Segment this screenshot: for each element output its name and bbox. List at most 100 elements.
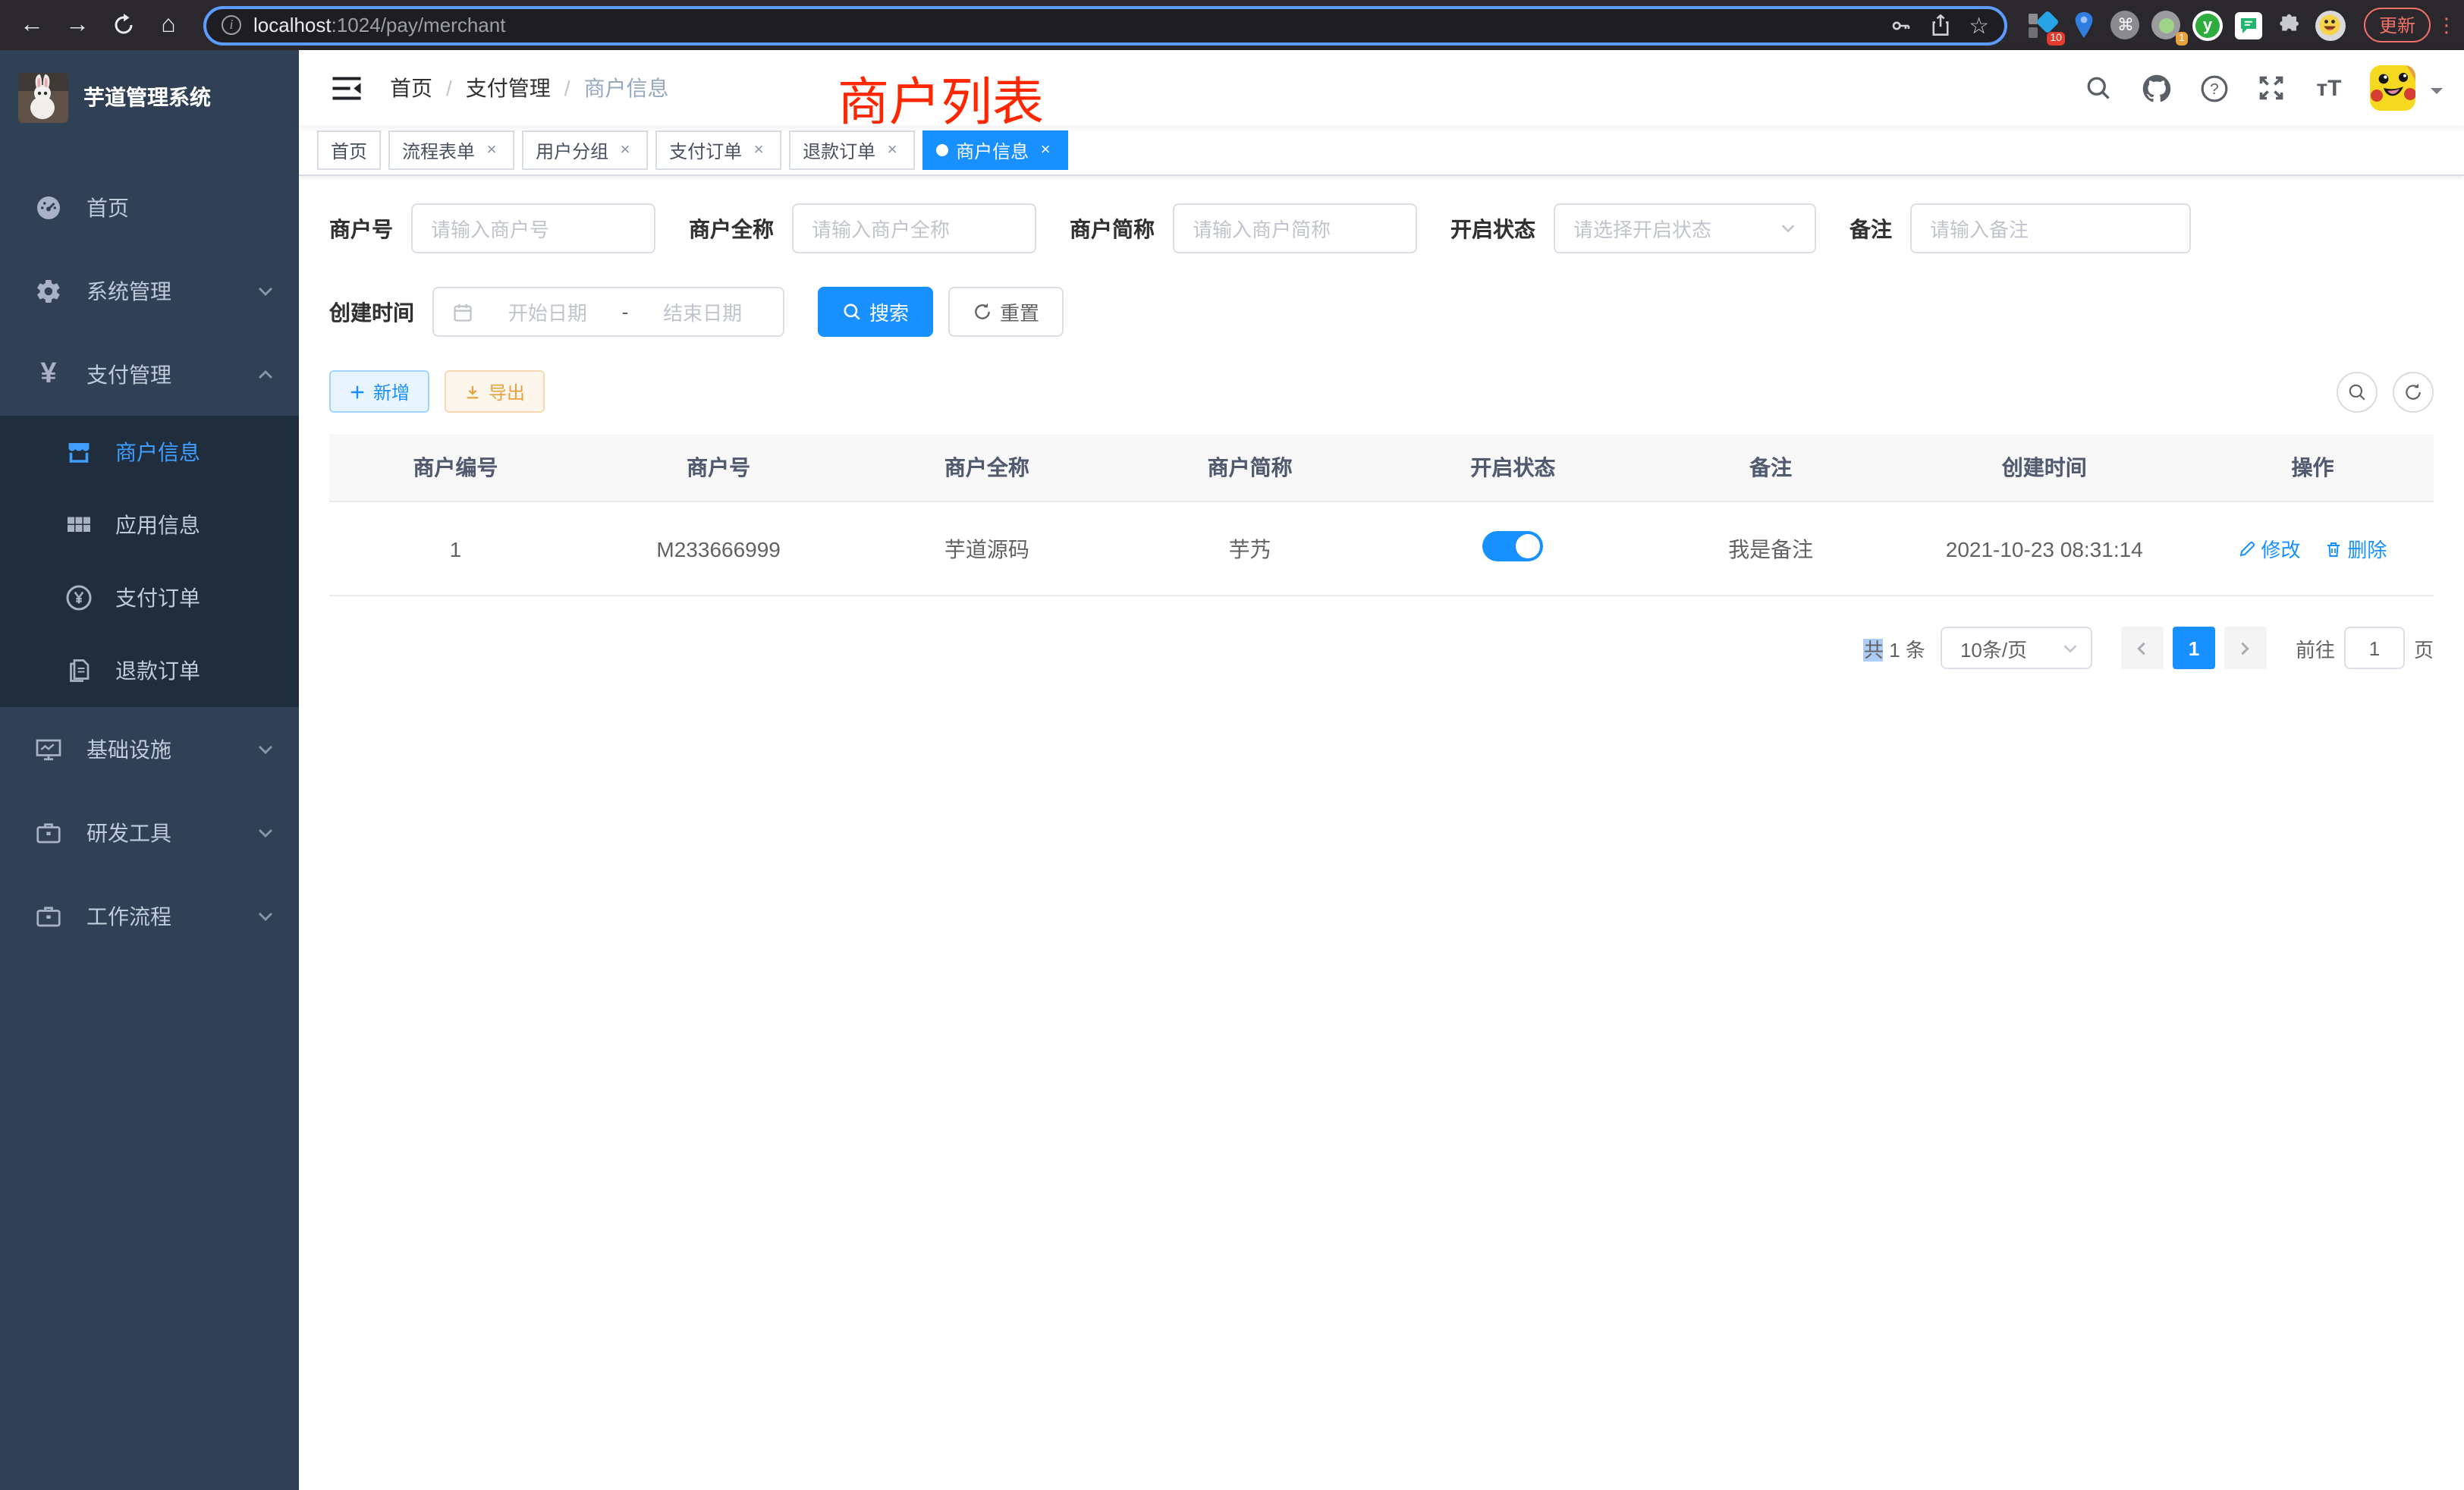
browser-back-button[interactable]: ←: [12, 5, 52, 45]
page-info-icon[interactable]: i: [222, 15, 241, 35]
tab-home[interactable]: 首页: [317, 130, 381, 170]
full-name-input[interactable]: 请输入商户全称: [792, 203, 1036, 253]
extension-chat-icon[interactable]: [2233, 10, 2264, 40]
monitor-chart-icon: [32, 735, 65, 762]
status-select[interactable]: 请选择开启状态: [1554, 203, 1816, 253]
refresh-table-button[interactable]: [2393, 371, 2434, 412]
add-button[interactable]: 新增: [329, 370, 429, 413]
close-icon[interactable]: ×: [750, 141, 768, 159]
prev-page-button[interactable]: [2121, 627, 2164, 669]
table-row: 1 M233666999 芋道源码 芋艿 我是备注 2021-10-23 08:…: [329, 501, 2434, 596]
close-icon[interactable]: ×: [883, 141, 901, 159]
chevron-down-icon: [256, 907, 275, 925]
extensions-puzzle-icon[interactable]: [2274, 10, 2305, 40]
user-avatar[interactable]: [2370, 65, 2415, 111]
goto-page-input[interactable]: [2344, 627, 2405, 669]
browser-home-button[interactable]: ⌂: [149, 5, 188, 45]
extension-pin-icon[interactable]: [2070, 10, 2100, 40]
pay-submenu: 商户信息 应用信息 支付订单 退款订单: [0, 416, 299, 707]
tab-refund-order[interactable]: 退款订单×: [789, 130, 915, 170]
search-button[interactable]: 搜索: [818, 287, 933, 337]
page-unit-label: 页: [2414, 633, 2434, 662]
bookmark-star-icon[interactable]: ☆: [1969, 11, 1989, 39]
close-icon[interactable]: ×: [616, 141, 634, 159]
extension-command-icon[interactable]: ⌘: [2110, 10, 2141, 40]
trash-icon: [2324, 539, 2343, 558]
sidebar-item-app-info[interactable]: 应用信息: [0, 489, 299, 561]
date-start-placeholder: 开始日期: [486, 297, 610, 326]
sidebar-item-dev-tools[interactable]: 研发工具: [0, 791, 299, 874]
close-icon[interactable]: ×: [482, 141, 501, 159]
extension-camera-icon[interactable]: 1: [2151, 10, 2182, 40]
extension-y-icon[interactable]: y: [2192, 10, 2223, 40]
date-separator: -: [622, 300, 629, 323]
password-key-icon[interactable]: [1890, 14, 1911, 36]
cell-merchant-id: 1: [329, 501, 582, 596]
breadcrumb: 首页 / 支付管理 / 商户信息: [390, 73, 669, 103]
sidebar-item-workflow[interactable]: 工作流程: [0, 874, 299, 957]
remark-input[interactable]: 请输入备注: [1910, 203, 2191, 253]
share-icon[interactable]: [1929, 14, 1950, 36]
tab-process-form[interactable]: 流程表单×: [388, 130, 514, 170]
col-full-name: 商户全称: [855, 434, 1118, 501]
page-size-select[interactable]: 10条/页: [1941, 627, 2092, 669]
tab-merchant-info[interactable]: 商户信息×: [922, 130, 1068, 170]
browser-menu-icon[interactable]: ⋮: [2437, 13, 2452, 37]
tab-pay-order[interactable]: 支付订单×: [655, 130, 781, 170]
github-icon[interactable]: [2139, 71, 2173, 105]
browser-update-button[interactable]: 更新: [2364, 8, 2431, 42]
sidebar-item-infra[interactable]: 基础设施: [0, 707, 299, 791]
merchant-no-label: 商户号: [329, 213, 393, 244]
sidebar-item-home[interactable]: 首页: [0, 165, 299, 249]
breadcrumb-separator: /: [446, 76, 452, 100]
export-button[interactable]: 导出: [445, 370, 545, 413]
yen-icon: ¥: [32, 357, 65, 391]
sidebar-item-pay-order[interactable]: 支付订单: [0, 561, 299, 634]
short-name-label: 商户简称: [1070, 213, 1155, 244]
avatar-dropdown-caret[interactable]: [2431, 88, 2443, 100]
document-icon: [64, 657, 94, 684]
search-icon: [842, 302, 862, 322]
edit-button[interactable]: 修改: [2239, 534, 2301, 563]
profile-emoji-avatar[interactable]: [2315, 10, 2346, 40]
browser-forward-button[interactable]: →: [58, 5, 97, 45]
sidebar-item-system[interactable]: 系统管理: [0, 249, 299, 332]
sidebar-item-refund-order[interactable]: 退款订单: [0, 634, 299, 707]
short-name-input[interactable]: 请输入商户简称: [1173, 203, 1417, 253]
yen-circle-icon: [64, 584, 94, 611]
plus-icon: [349, 383, 366, 400]
app-title: 芋道管理系统: [83, 82, 211, 112]
close-icon[interactable]: ×: [1036, 141, 1054, 159]
status-toggle[interactable]: [1482, 531, 1543, 561]
tab-user-group[interactable]: 用户分组×: [522, 130, 648, 170]
grid-icon: [64, 511, 94, 539]
address-bar[interactable]: i localhost:1024/pay/merchant ☆: [203, 5, 2007, 45]
extension-diamond-icon[interactable]: 10: [2029, 10, 2059, 40]
chevron-down-icon: [2062, 640, 2079, 656]
toggle-search-button[interactable]: [2337, 371, 2378, 412]
delete-button[interactable]: 删除: [2324, 534, 2387, 563]
annotation-title: 商户列表: [838, 61, 1044, 135]
chevron-down-icon: [256, 740, 275, 758]
font-size-icon[interactable]: ᴛT: [2312, 71, 2346, 105]
reset-button[interactable]: 重置: [948, 287, 1064, 337]
sidebar-item-pay[interactable]: ¥ 支付管理: [0, 332, 299, 416]
merchant-table: 商户编号 商户号 商户全称 商户简称 开启状态 备注 创建时间 操作 1: [329, 434, 2434, 596]
merchant-no-input[interactable]: 请输入商户号: [411, 203, 655, 253]
tags-view: 首页 流程表单× 用户分组× 支付订单× 退款订单× 商户信息×: [299, 126, 2464, 176]
browser-reload-button[interactable]: [103, 5, 143, 45]
breadcrumb-home[interactable]: 首页: [390, 73, 432, 103]
fullscreen-icon[interactable]: [2255, 71, 2288, 105]
help-icon[interactable]: ?: [2197, 71, 2230, 105]
next-page-button[interactable]: [2224, 627, 2267, 669]
extension-badge: 1: [2176, 31, 2188, 45]
sidebar-item-merchant-info[interactable]: 商户信息: [0, 416, 299, 489]
page-1-button[interactable]: 1: [2173, 627, 2215, 669]
sidebar-logo[interactable]: 芋道管理系统: [0, 50, 299, 144]
sidebar-collapse-icon[interactable]: [320, 62, 372, 114]
search-icon[interactable]: [2082, 71, 2115, 105]
breadcrumb-pay[interactable]: 支付管理: [466, 73, 551, 103]
chevron-down-icon: [256, 823, 275, 841]
create-time-range-picker[interactable]: 开始日期 - 结束日期: [432, 287, 784, 337]
cell-remark: 我是备注: [1645, 501, 1897, 596]
